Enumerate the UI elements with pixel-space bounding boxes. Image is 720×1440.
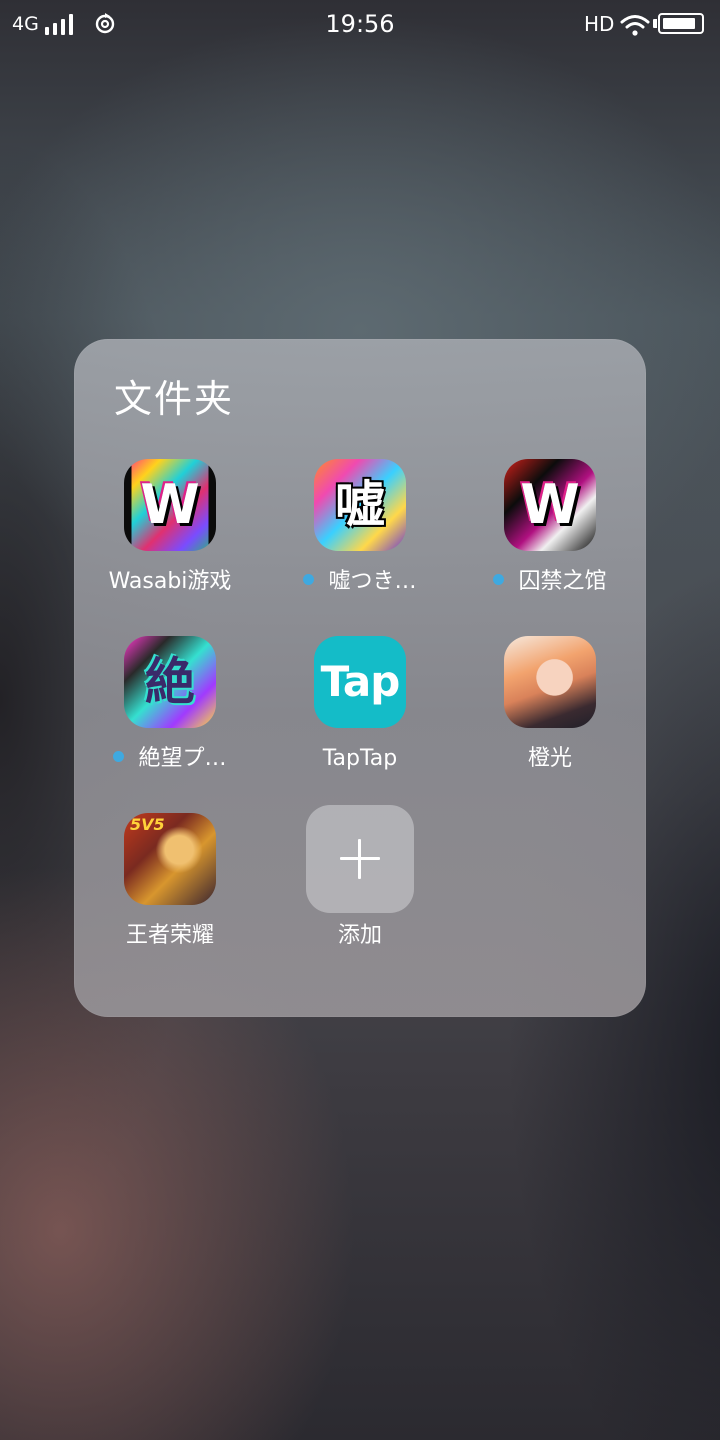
app-taptap[interactable]: Tap TapTap: [265, 636, 455, 796]
usotsuki-logo: 嘘: [335, 476, 385, 534]
app-folder: 文件夹 W Wasabi游戏 嘘 嘘つき… W 囚禁之馆 絶 絶望プ… Tap …: [74, 339, 646, 1017]
folder-title[interactable]: 文件夹: [114, 375, 234, 423]
zetsubou-logo: 絶: [145, 653, 195, 711]
new-indicator-dot: [493, 573, 505, 585]
add-tile[interactable]: [306, 805, 414, 913]
wasabi-game-icon[interactable]: W: [124, 459, 216, 551]
wifi-icon: [620, 15, 650, 36]
battery-level: [663, 18, 695, 29]
inkin-mansion-icon[interactable]: W: [504, 459, 596, 551]
taptap-icon[interactable]: Tap: [314, 636, 406, 728]
chengguang-icon[interactable]: [504, 636, 596, 728]
app-label: 嘘つき…: [265, 567, 455, 597]
battery-cap: [653, 19, 657, 28]
add-label: 添加: [337, 923, 382, 948]
new-indicator-dot: [303, 573, 315, 585]
zetsubou-game-icon[interactable]: 絶: [124, 636, 216, 728]
app-label: 王者荣耀: [125, 923, 214, 948]
honor-of-kings-icon[interactable]: 5V5: [124, 813, 216, 905]
hd-indicator: HD: [584, 12, 615, 36]
app-label: 囚禁之馆: [455, 567, 645, 597]
status-bar: 4G 19:56 HD: [0, 0, 720, 50]
app-inkin-mansion[interactable]: W 囚禁之馆: [455, 459, 645, 619]
inkin-logo: W: [520, 473, 580, 536]
new-indicator-dot: [113, 750, 125, 762]
app-zetsubou[interactable]: 絶 絶望プ…: [75, 636, 265, 796]
app-wasabi[interactable]: W Wasabi游戏: [75, 459, 265, 619]
app-label: 絶望プ…: [75, 744, 265, 774]
app-usotsuki[interactable]: 嘘 嘘つき…: [265, 459, 455, 619]
app-label: Wasabi游戏: [108, 569, 232, 594]
usotsuki-game-icon[interactable]: 嘘: [314, 459, 406, 551]
app-honor-of-kings[interactable]: 5V5 王者荣耀: [75, 813, 265, 973]
app-chengguang[interactable]: 橙光: [455, 636, 645, 796]
taptap-logo: Tap: [320, 657, 401, 706]
app-label: TapTap: [322, 746, 398, 771]
add-app-button[interactable]: 添加: [265, 805, 455, 973]
5v5-badge: 5V5: [130, 815, 165, 834]
plus-icon-vertical: [358, 839, 361, 879]
wasabi-logo: W: [140, 473, 200, 536]
battery-icon: [658, 13, 704, 34]
app-label: 橙光: [527, 746, 572, 771]
